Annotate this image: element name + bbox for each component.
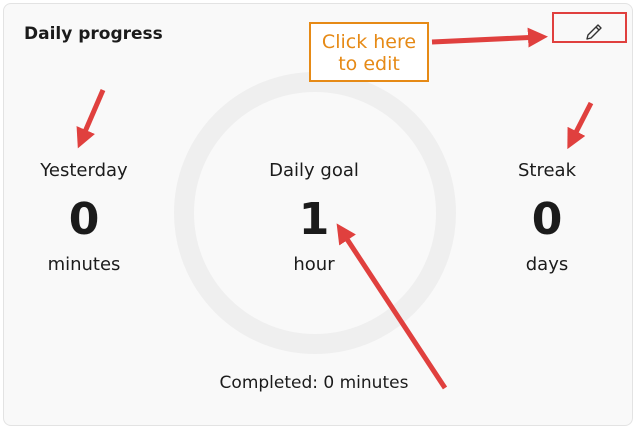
daily-goal-value: 1 — [298, 194, 330, 245]
card-title: Daily progress — [24, 24, 163, 44]
stat-streak: Streak 0 days — [467, 160, 627, 276]
stat-daily-goal: Daily goal 1 hour — [234, 160, 394, 276]
callout-box: Click here to edit — [309, 22, 429, 82]
callout-line-1: Click here — [321, 31, 417, 53]
yesterday-value: 0 — [68, 194, 100, 245]
screenshot: Daily progress Yesterday 0 minutes Daily… — [0, 0, 640, 435]
daily-goal-unit: hour — [293, 254, 335, 275]
edit-highlight-box — [552, 12, 627, 43]
yesterday-label: Yesterday — [40, 160, 128, 181]
yesterday-unit: minutes — [47, 254, 121, 275]
streak-value: 0 — [531, 194, 563, 245]
completed-text: Completed: 0 minutes — [219, 373, 409, 393]
callout-line-2: to edit — [338, 53, 400, 75]
stat-yesterday: Yesterday 0 minutes — [4, 160, 164, 276]
daily-goal-label: Daily goal — [269, 160, 359, 181]
streak-unit: days — [525, 254, 569, 275]
streak-label: Streak — [517, 160, 577, 181]
